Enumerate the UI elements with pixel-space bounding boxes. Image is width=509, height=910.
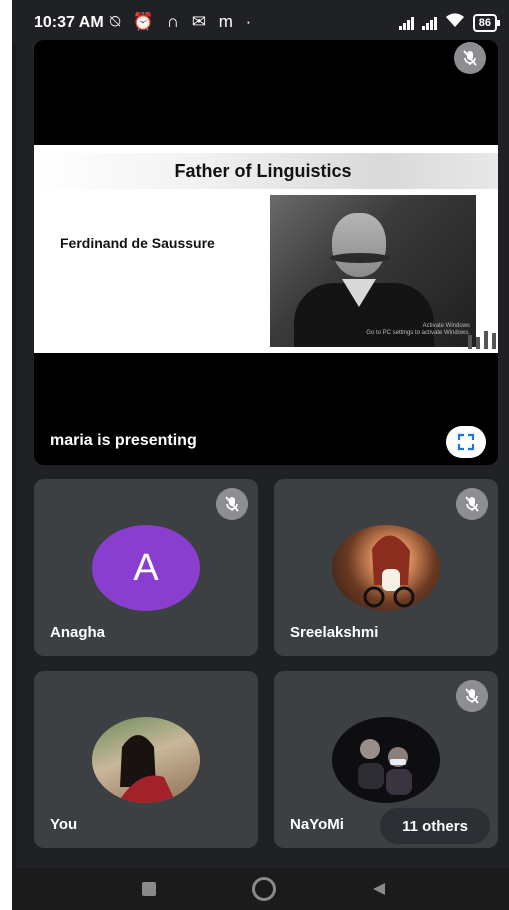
square-icon	[142, 882, 156, 896]
participant-name: NaYoMi	[290, 816, 344, 833]
participant-name: Anagha	[50, 624, 106, 641]
system-nav-bar	[12, 868, 509, 910]
fullscreen-button[interactable]	[446, 426, 486, 458]
battery-icon: 86	[472, 13, 501, 32]
left-edge	[12, 0, 16, 910]
signal-icon	[398, 16, 414, 30]
slide-decoration-figures	[388, 325, 498, 349]
back-button[interactable]	[366, 876, 392, 902]
mic-off-icon	[216, 488, 248, 520]
slide-title: Father of Linguistics	[174, 160, 352, 181]
participant-tile-you[interactable]: You	[34, 671, 258, 848]
signal-icon-2	[421, 16, 437, 30]
home-button[interactable]	[251, 876, 277, 902]
avatar	[92, 717, 200, 803]
others-button[interactable]: 11 others	[380, 808, 490, 844]
status-time: 10:37 AM	[34, 14, 104, 31]
triangle-icon	[373, 883, 385, 895]
avatar	[332, 717, 440, 803]
status-bar: 10:37 AM ⍉ ⏰ ∩ ✉ m · 86	[12, 0, 509, 44]
avatar	[332, 525, 440, 611]
meeting-screen: 10:37 AM ⍉ ⏰ ∩ ✉ m · 86 Father of Lingui…	[12, 0, 509, 910]
slide-title-bar: Father of Linguistics	[34, 153, 498, 189]
status-right: 86	[398, 12, 501, 33]
participant-name: Sreelakshmi	[290, 624, 379, 641]
presenting-label: maria is presenting	[50, 432, 197, 449]
participant-tile-anagha[interactable]: A Anagha	[34, 479, 258, 656]
slide-subject-name: Ferdinand de Saussure	[60, 235, 215, 251]
shared-slide: Father of Linguistics Ferdinand de Sauss…	[34, 145, 498, 353]
wifi-icon	[445, 12, 465, 33]
circle-icon	[252, 877, 276, 901]
recent-apps-button[interactable]	[136, 876, 162, 902]
mic-off-icon	[456, 488, 488, 520]
notification-icons: ⍉ ⏰ ∩ ✉ m ·	[110, 12, 256, 31]
mic-off-icon	[454, 42, 486, 74]
participant-name: You	[50, 816, 78, 833]
fullscreen-icon	[457, 433, 475, 451]
mic-off-icon	[456, 680, 488, 712]
avatar: A	[92, 525, 200, 611]
presentation-tile[interactable]: Father of Linguistics Ferdinand de Sauss…	[34, 40, 498, 465]
participant-tile-sreelakshmi[interactable]: Sreelakshmi	[274, 479, 498, 656]
